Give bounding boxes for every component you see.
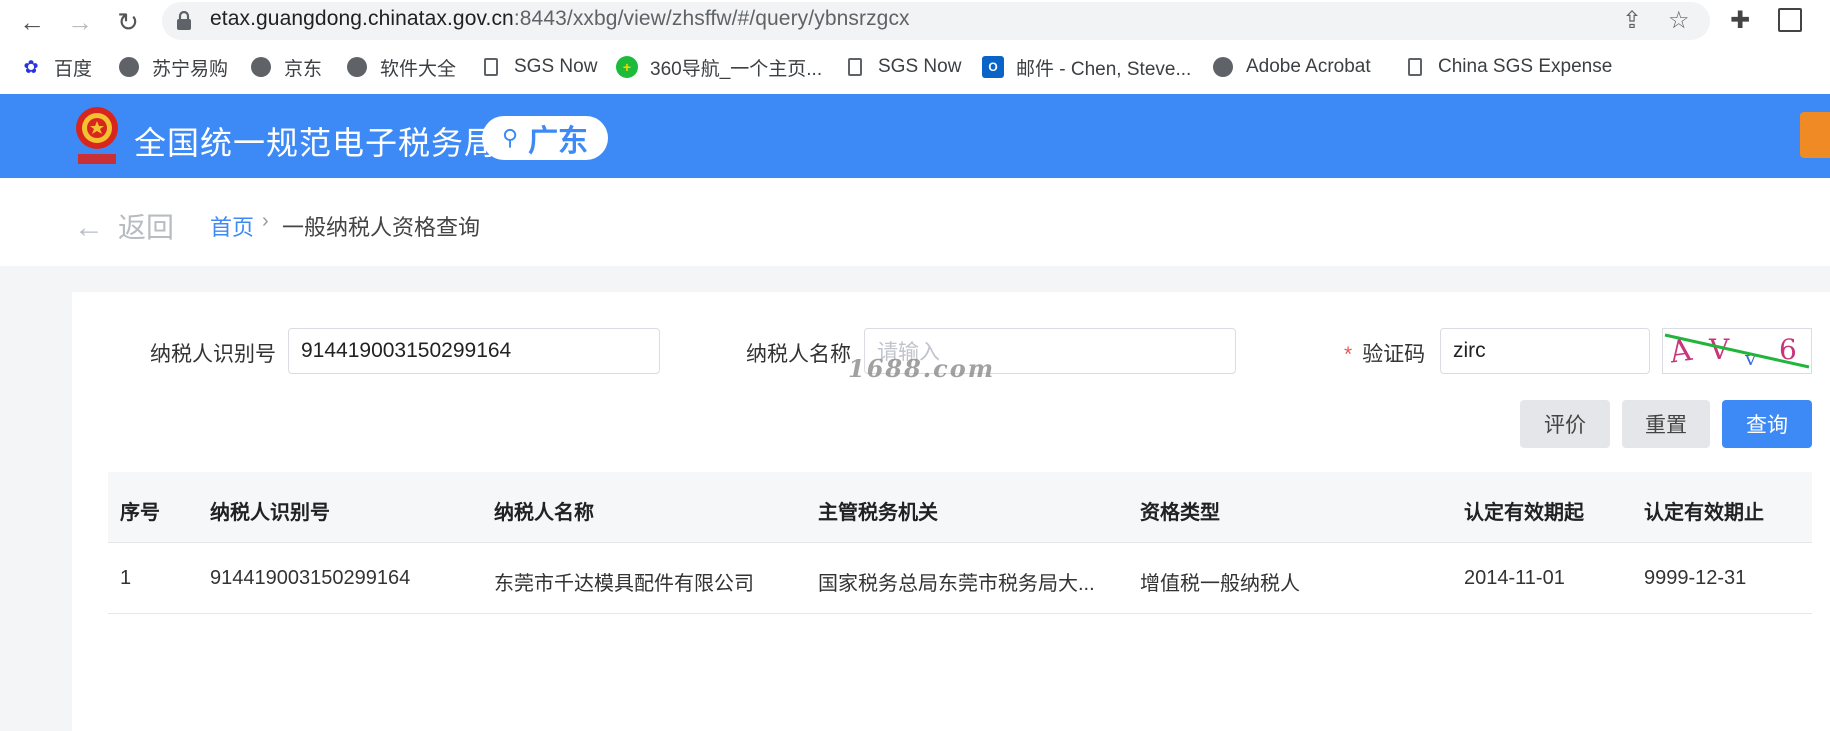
360-icon: +: [616, 56, 638, 78]
bookmark-item[interactable]: O 邮件 - Chen, Steve...: [982, 54, 1191, 80]
bookmark-label: 软件大全: [380, 58, 457, 80]
required-mark: *: [1344, 343, 1353, 366]
svg-text:v: v: [1744, 346, 1757, 370]
column-header: 纳税人名称: [494, 502, 594, 524]
forward-arrow-icon[interactable]: →: [62, 4, 98, 40]
captcha-graphic: A V v 6: [1664, 333, 1810, 371]
location-pin-icon: ⚲: [501, 125, 519, 150]
globe-icon: [1212, 56, 1234, 78]
back-arrow-icon[interactable]: ←: [14, 4, 50, 40]
region-selector[interactable]: ⚲ 广东: [482, 116, 608, 160]
bookmark-item[interactable]: 苏宁易购: [118, 54, 228, 80]
breadcrumb-current: 一般纳税人资格查询: [282, 215, 481, 240]
globe-icon: [118, 56, 140, 78]
taxpayer-name-label: 纳税人名称: [746, 343, 851, 366]
login-button[interactable]: [1800, 112, 1830, 158]
table-cell: 9999-12-31: [1644, 567, 1747, 589]
baidu-icon: ✿: [23, 56, 39, 77]
column-header: 主管税务机关: [818, 502, 938, 524]
outlook-icon: O: [982, 56, 1004, 78]
bookmark-label: 邮件 - Chen, Steve...: [1016, 58, 1192, 80]
bookmark-item[interactable]: Adobe Acrobat: [1212, 54, 1371, 80]
reset-button[interactable]: 重置: [1622, 400, 1710, 448]
table-cell: 东莞市千达模具配件有限公司: [494, 573, 754, 595]
bookmark-label: 京东: [284, 58, 323, 80]
table-cell: 增值税一般纳税人: [1140, 573, 1300, 595]
url-host: etax.guangdong.chinatax.gov.cn: [210, 7, 514, 30]
reload-icon[interactable]: ↻: [110, 4, 146, 40]
bookmark-label: 百度: [54, 58, 93, 80]
breadcrumb-separator: ›: [262, 210, 269, 232]
query-button[interactable]: 查询: [1722, 400, 1812, 448]
bookmark-item[interactable]: SGS Now: [480, 54, 597, 80]
breadcrumb-home[interactable]: 首页: [210, 210, 254, 242]
bookmark-label: Adobe Acrobat: [1246, 56, 1371, 77]
url-text[interactable]: etax.guangdong.chinatax.gov.cn:8443/xxbg…: [210, 7, 910, 31]
bookmark-item[interactable]: SGS Now: [844, 54, 961, 80]
site-title: 全国统一规范电子税务局: [134, 125, 498, 161]
region-label: 广东: [528, 125, 589, 158]
bookmark-label: SGS Now: [878, 56, 962, 77]
table-cell: 2014-11-01: [1464, 567, 1565, 589]
table-cell: 国家税务总局东莞市税务局大...: [818, 573, 1095, 595]
document-icon: [844, 56, 866, 78]
bookmark-item[interactable]: 软件大全: [346, 54, 456, 80]
captcha-label-text: 验证码: [1362, 343, 1426, 366]
star-icon[interactable]: ☆: [1668, 6, 1690, 35]
column-header: 纳税人识别号: [210, 502, 330, 524]
bookmark-label: 360导航_一个主页...: [650, 58, 823, 80]
table-cell: 914419003150299164: [210, 567, 411, 589]
bookmark-item[interactable]: +360导航_一个主页...: [616, 54, 822, 80]
captcha-image[interactable]: A V v 6: [1662, 328, 1812, 374]
share-icon[interactable]: ⇪: [1622, 6, 1642, 35]
breadcrumb-bar: [0, 178, 1830, 266]
taxpayer-id-label: 纳税人识别号: [150, 343, 276, 366]
bookmark-label: China SGS Expense: [1438, 56, 1613, 77]
bookmark-item[interactable]: ✿ 百度: [20, 54, 92, 80]
bookmark-label: SGS Now: [514, 56, 598, 77]
watermark-text: 1688.com: [848, 354, 996, 383]
bookmark-label: 苏宁易购: [152, 58, 229, 80]
url-path: :8443/xxbg/view/zhsffw/#/query/ybnsrzgcx: [513, 7, 910, 30]
lock-icon: [177, 11, 191, 30]
document-icon: [1404, 56, 1426, 78]
globe-icon: [250, 56, 272, 78]
document-icon: [480, 56, 502, 78]
taxpayer-id-input[interactable]: 914419003150299164: [288, 328, 660, 374]
bookmark-item[interactable]: 京东: [250, 54, 322, 80]
table-cell: 1: [120, 567, 132, 589]
column-header: 认定有效期起: [1464, 502, 1584, 524]
extensions-icon[interactable]: ✚: [1730, 6, 1750, 35]
column-header: 序号: [120, 502, 160, 524]
globe-icon: [346, 56, 368, 78]
column-header: 认定有效期止: [1644, 502, 1764, 524]
back-link[interactable]: ← 返回: [74, 206, 174, 246]
evaluate-button[interactable]: 评价: [1520, 400, 1610, 448]
captcha-input[interactable]: zirc: [1440, 328, 1650, 374]
sidepanel-icon[interactable]: [1778, 8, 1802, 32]
tax-emblem-icon: [76, 107, 118, 164]
captcha-label: * 验证码: [1344, 338, 1425, 368]
back-label: 返回: [118, 212, 175, 243]
column-header: 资格类型: [1140, 502, 1220, 524]
bookmark-item[interactable]: China SGS Expense: [1404, 54, 1612, 80]
back-arrow-icon: ←: [74, 211, 104, 244]
